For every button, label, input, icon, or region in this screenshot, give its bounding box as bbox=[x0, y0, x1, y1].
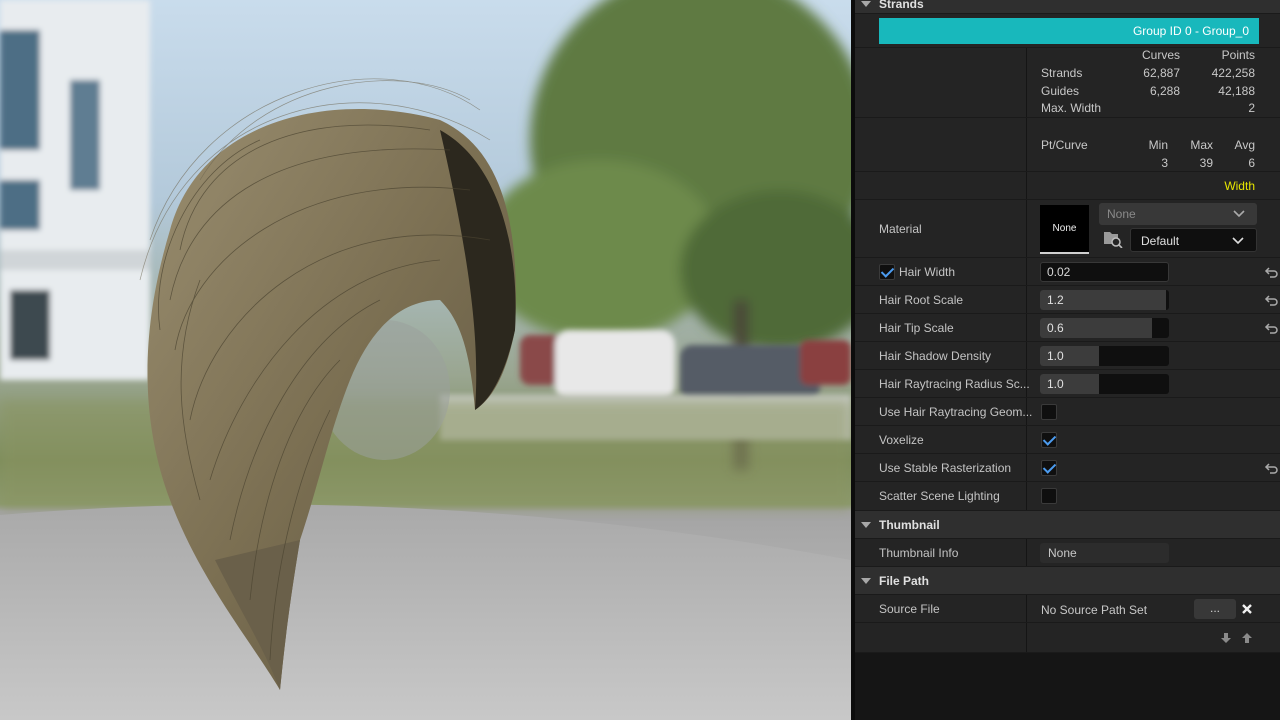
thumbnail-info-label: Thumbnail Info bbox=[879, 545, 959, 560]
section-file-path[interactable]: File Path bbox=[855, 567, 1280, 595]
group-row: Group ID 0 - Group_0 bbox=[855, 14, 1280, 48]
reset-to-default-icon[interactable] bbox=[1264, 321, 1278, 335]
stats-strands-curves: 62,887 bbox=[1143, 66, 1180, 80]
clear-icon[interactable] bbox=[1241, 603, 1253, 615]
source-file-label: Source File bbox=[879, 601, 940, 616]
property-use-stable-rasterization: Use Stable Rasterization bbox=[855, 454, 1280, 482]
hair-width-value: 0.02 bbox=[1047, 264, 1071, 279]
hair-root-scale-slider[interactable]: 1.2 bbox=[1040, 289, 1169, 310]
source-file-value: No Source Path Set bbox=[1041, 603, 1148, 617]
property-source-file: Source File No Source Path Set ... bbox=[855, 595, 1280, 623]
hair-shadow-density-value: 1.0 bbox=[1047, 348, 1064, 363]
section-file-path-title: File Path bbox=[879, 573, 930, 588]
hair-tip-scale-label: Hair Tip Scale bbox=[879, 320, 954, 335]
property-hair-raytracing-radius-scale: Hair Raytracing Radius Sc... 1.0 bbox=[855, 370, 1280, 398]
property-thumbnail-info: Thumbnail Info None bbox=[855, 539, 1280, 567]
hair-shadow-density-label: Hair Shadow Density bbox=[879, 348, 992, 363]
use-stable-rasterization-checkbox[interactable] bbox=[1041, 459, 1057, 476]
stats-guides-curves: 6,288 bbox=[1149, 84, 1180, 98]
pt-curve-max: 39 bbox=[1199, 156, 1213, 170]
chevron-down-icon bbox=[1233, 210, 1245, 218]
arrow-down-icon[interactable] bbox=[1220, 632, 1232, 644]
voxelize-checkbox[interactable] bbox=[1041, 431, 1057, 448]
stats-max-width-value: 2 bbox=[1248, 101, 1255, 115]
width-row: Width bbox=[855, 172, 1280, 200]
stats-block: Curves Points Strands 62,887 422,258 Gui… bbox=[855, 48, 1280, 118]
details-panel: Strands Group ID 0 - Group_0 Curves Poin… bbox=[855, 0, 1280, 720]
property-hair-shadow-density: Hair Shadow Density 1.0 bbox=[855, 342, 1280, 370]
width-link[interactable]: Width bbox=[1224, 179, 1255, 193]
material-slot-value: Default bbox=[1141, 234, 1180, 248]
use-hair-raytracing-geometry-label: Use Hair Raytracing Geom... bbox=[879, 404, 1033, 419]
pt-curve-min-label: Min bbox=[1148, 138, 1168, 152]
stats-guides-points: 42,188 bbox=[1218, 84, 1255, 98]
hair-root-scale-value: 1.2 bbox=[1047, 292, 1064, 307]
hair-root-scale-label: Hair Root Scale bbox=[879, 292, 964, 307]
collapse-arrow-icon bbox=[861, 0, 871, 7]
collapse-arrow-icon bbox=[861, 577, 871, 584]
thumbnail-info-value: None bbox=[1048, 546, 1077, 560]
pt-curve-avg-label: Avg bbox=[1234, 138, 1255, 152]
material-row: Material None None Default bbox=[855, 200, 1280, 258]
hair-raytracing-radius-slider[interactable]: 1.0 bbox=[1040, 373, 1169, 394]
hair-width-input[interactable]: 0.02 bbox=[1040, 261, 1169, 282]
chevron-down-icon bbox=[1232, 237, 1244, 245]
thumbnail-info-field[interactable]: None bbox=[1040, 543, 1169, 563]
use-hair-raytracing-geometry-checkbox[interactable] bbox=[1041, 403, 1057, 420]
hair-raytracing-radius-label: Hair Raytracing Radius Sc... bbox=[879, 376, 1030, 391]
section-thumbnail[interactable]: Thumbnail bbox=[855, 511, 1280, 539]
material-dropdown-value: None bbox=[1107, 207, 1136, 221]
property-hair-width: Hair Width 0.02 bbox=[855, 258, 1280, 286]
stats-label-guides: Guides bbox=[1041, 84, 1080, 98]
browse-button-label: ... bbox=[1209, 601, 1220, 615]
property-voxelize: Voxelize bbox=[855, 426, 1280, 454]
pt-curve-max-label: Max bbox=[1190, 138, 1213, 152]
hair-tip-scale-slider[interactable]: 0.6 bbox=[1040, 317, 1169, 338]
pt-curve-block: Pt/Curve Min Max Avg 3 39 6 bbox=[855, 118, 1280, 172]
property-hair-root-scale: Hair Root Scale 1.2 bbox=[855, 286, 1280, 314]
pt-curve-avg: 6 bbox=[1248, 156, 1255, 170]
material-asset-dropdown[interactable]: None bbox=[1099, 203, 1257, 225]
reorder-row bbox=[855, 623, 1280, 653]
hair-width-label: Hair Width bbox=[899, 264, 956, 279]
hair-raytracing-radius-value: 1.0 bbox=[1047, 376, 1064, 391]
reset-to-default-icon[interactable] bbox=[1264, 265, 1278, 279]
stats-strands-points: 422,258 bbox=[1211, 66, 1255, 80]
reset-to-default-icon[interactable] bbox=[1264, 461, 1278, 475]
material-thumbnail-text: None bbox=[1052, 223, 1077, 234]
arrow-up-icon[interactable] bbox=[1241, 632, 1253, 644]
collapse-arrow-icon bbox=[861, 521, 871, 528]
hair-width-override-checkbox[interactable] bbox=[879, 263, 895, 280]
scatter-scene-lighting-label: Scatter Scene Lighting bbox=[879, 489, 1000, 503]
reset-to-default-icon[interactable] bbox=[1264, 293, 1278, 307]
viewport-3d[interactable] bbox=[0, 0, 851, 720]
browse-asset-icon[interactable] bbox=[1103, 230, 1123, 248]
property-scatter-scene-lighting: Scatter Scene Lighting bbox=[855, 482, 1280, 511]
property-hair-tip-scale: Hair Tip Scale 0.6 bbox=[855, 314, 1280, 342]
material-slot-dropdown[interactable]: Default bbox=[1130, 228, 1257, 252]
stats-header-points: Points bbox=[1221, 48, 1255, 62]
browse-button[interactable]: ... bbox=[1194, 599, 1236, 619]
pt-curve-label: Pt/Curve bbox=[1041, 138, 1088, 152]
section-thumbnail-title: Thumbnail bbox=[879, 517, 940, 532]
stats-label-max-width: Max. Width bbox=[1041, 101, 1102, 115]
group-id-bar[interactable]: Group ID 0 - Group_0 bbox=[879, 18, 1259, 44]
section-strands[interactable]: Strands bbox=[855, 0, 1280, 14]
stats-header-curves: Curves bbox=[1141, 48, 1180, 62]
use-stable-rasterization-label: Use Stable Rasterization bbox=[879, 460, 1012, 475]
material-thumbnail[interactable]: None bbox=[1040, 205, 1089, 254]
material-label: Material bbox=[879, 221, 922, 236]
scatter-scene-lighting-checkbox[interactable] bbox=[1041, 488, 1057, 504]
stats-label-strands: Strands bbox=[1041, 66, 1083, 80]
building-backdrop bbox=[0, 0, 150, 380]
group-id-label: Group ID 0 - Group_0 bbox=[1132, 24, 1249, 38]
hair-tip-scale-value: 0.6 bbox=[1047, 320, 1064, 335]
pt-curve-min: 3 bbox=[1161, 156, 1168, 170]
scene-render bbox=[0, 0, 851, 720]
voxelize-label: Voxelize bbox=[879, 432, 924, 447]
property-use-hair-raytracing-geometry: Use Hair Raytracing Geom... bbox=[855, 398, 1280, 426]
hair-shadow-density-slider[interactable]: 1.0 bbox=[1040, 345, 1169, 366]
